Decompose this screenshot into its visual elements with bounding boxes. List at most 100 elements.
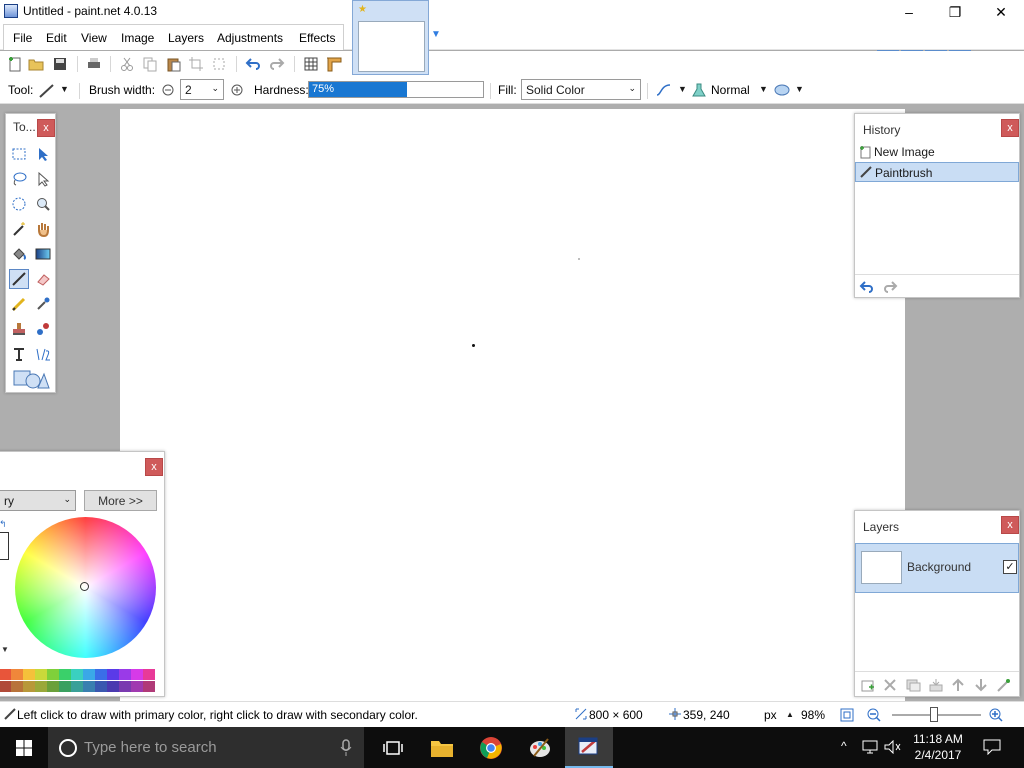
- zoom-tool[interactable]: [33, 194, 53, 214]
- color-picker-tool[interactable]: [33, 294, 53, 314]
- history-item-new-image[interactable]: New Image: [855, 142, 1019, 162]
- file-explorer-app[interactable]: [418, 727, 466, 768]
- palette-swatch[interactable]: [71, 681, 83, 692]
- palette-swatch[interactable]: [0, 669, 11, 680]
- paint-bucket-tool[interactable]: [9, 244, 29, 264]
- layer-row-background[interactable]: Background ✓: [855, 543, 1019, 593]
- menu-edit[interactable]: Edit: [46, 31, 67, 45]
- eraser-tool[interactable]: [33, 269, 53, 289]
- palette-swatch[interactable]: [107, 669, 119, 680]
- selection-mode-icon[interactable]: [773, 82, 791, 98]
- palette-swatch[interactable]: [95, 681, 107, 692]
- delete-layer-icon[interactable]: [883, 678, 897, 692]
- swap-colors-icon[interactable]: ↰: [0, 519, 7, 530]
- network-icon[interactable]: [862, 740, 880, 754]
- brush-width-dropdown[interactable]: 2 ⌄: [180, 79, 224, 100]
- new-image-icon[interactable]: [7, 56, 23, 72]
- deselect-icon[interactable]: [211, 56, 227, 72]
- palette-swatch[interactable]: [107, 681, 119, 692]
- palette-swatch[interactable]: [23, 669, 35, 680]
- history-panel-close-button[interactable]: x: [1001, 119, 1019, 137]
- zoom-out-icon[interactable]: [866, 707, 882, 723]
- move-layer-up-icon[interactable]: [951, 678, 965, 692]
- menu-file[interactable]: File: [13, 31, 32, 45]
- lasso-select-tool[interactable]: [9, 169, 29, 189]
- palette-swatch[interactable]: [11, 669, 23, 680]
- hardness-slider[interactable]: 75%: [308, 81, 484, 98]
- chrome-app[interactable]: [467, 727, 515, 768]
- palette-swatch[interactable]: [83, 681, 95, 692]
- palette-swatch[interactable]: [35, 681, 47, 692]
- zoom-level[interactable]: 98%: [801, 708, 825, 722]
- palette-swatch[interactable]: [143, 681, 155, 692]
- image-tab-untitled[interactable]: ★: [352, 0, 429, 75]
- fill-dropdown[interactable]: Solid Color ⌄: [521, 79, 641, 100]
- selection-mode-chevron-icon[interactable]: ▼: [795, 84, 804, 94]
- menu-effects[interactable]: Effects: [299, 31, 335, 45]
- cut-icon[interactable]: [119, 56, 135, 72]
- paste-icon[interactable]: [166, 56, 182, 72]
- task-view-button[interactable]: [369, 727, 417, 768]
- pencil-tool[interactable]: [9, 294, 29, 314]
- palette-swatch[interactable]: [131, 669, 143, 680]
- units-selector[interactable]: px: [764, 708, 777, 722]
- print-icon[interactable]: [86, 56, 102, 72]
- redo-icon[interactable]: [269, 56, 285, 72]
- more-colors-button[interactable]: More >>: [84, 490, 157, 511]
- palette-swatch[interactable]: [0, 681, 11, 692]
- taskbar-clock[interactable]: 11:18 AM 2/4/2017: [906, 731, 970, 763]
- paintnet-app-active[interactable]: [565, 727, 613, 768]
- volume-icon[interactable]: [884, 740, 902, 754]
- line-curve-tool[interactable]: [33, 344, 53, 364]
- move-selection-tool[interactable]: [33, 144, 53, 164]
- blend-mode-chevron-icon[interactable]: ▼: [759, 84, 768, 94]
- zoom-to-window-icon[interactable]: [839, 707, 855, 723]
- gradient-tool[interactable]: [33, 244, 53, 264]
- palette-swatch[interactable]: [83, 669, 95, 680]
- units-chevron-up-icon[interactable]: ▲: [786, 710, 794, 719]
- close-window-button[interactable]: ✕: [978, 0, 1024, 24]
- menu-adjustments[interactable]: Adjustments: [217, 31, 283, 45]
- duplicate-layer-icon[interactable]: [905, 678, 921, 692]
- color-wheel-cursor[interactable]: [80, 582, 89, 591]
- decrease-width-icon[interactable]: [162, 84, 174, 96]
- copy-icon[interactable]: [142, 56, 158, 72]
- paint-app[interactable]: [516, 727, 564, 768]
- start-button[interactable]: [0, 727, 48, 768]
- layer-visibility-checkbox[interactable]: ✓: [1003, 560, 1017, 574]
- ruler-icon[interactable]: [326, 56, 342, 72]
- menu-view[interactable]: View: [81, 31, 107, 45]
- image-list-dropdown-icon[interactable]: ▼: [431, 29, 441, 40]
- recolor-tool[interactable]: [33, 319, 53, 339]
- open-folder-icon[interactable]: [28, 56, 44, 72]
- add-layer-icon[interactable]: [860, 678, 876, 692]
- colors-panel-close-button[interactable]: x: [145, 458, 163, 476]
- menu-layers[interactable]: Layers: [168, 31, 204, 45]
- history-item-paintbrush[interactable]: Paintbrush: [855, 162, 1019, 182]
- palette-swatch[interactable]: [47, 681, 59, 692]
- history-redo-icon[interactable]: [882, 280, 898, 294]
- zoom-slider-thumb[interactable]: [930, 707, 938, 722]
- move-selected-tool[interactable]: [33, 169, 53, 189]
- palette-swatch[interactable]: [47, 669, 59, 680]
- text-tool[interactable]: [9, 344, 29, 364]
- show-hidden-icons-chevron-icon[interactable]: ^: [841, 739, 847, 753]
- layer-properties-icon[interactable]: [996, 678, 1012, 692]
- microphone-icon[interactable]: [340, 739, 352, 757]
- image-canvas[interactable]: [120, 109, 905, 701]
- menu-image[interactable]: Image: [121, 31, 154, 45]
- magic-wand-tool[interactable]: [9, 219, 29, 239]
- palette-swatch[interactable]: [11, 681, 23, 692]
- taskbar-search-box[interactable]: Type here to search: [48, 727, 364, 768]
- palette-swatch[interactable]: [59, 681, 71, 692]
- save-icon[interactable]: [52, 56, 68, 72]
- zoom-in-icon[interactable]: [988, 707, 1004, 723]
- palette-menu-chevron-icon[interactable]: ▼: [1, 645, 9, 654]
- tools-panel-close-button[interactable]: x: [37, 119, 55, 137]
- clone-stamp-tool[interactable]: [9, 319, 29, 339]
- blend-mode-value[interactable]: Normal: [711, 83, 750, 97]
- antialias-chevron-icon[interactable]: ▼: [678, 84, 687, 94]
- ellipse-select-tool[interactable]: [9, 194, 29, 214]
- palette-swatch[interactable]: [95, 669, 107, 680]
- action-center-icon[interactable]: [983, 739, 1001, 755]
